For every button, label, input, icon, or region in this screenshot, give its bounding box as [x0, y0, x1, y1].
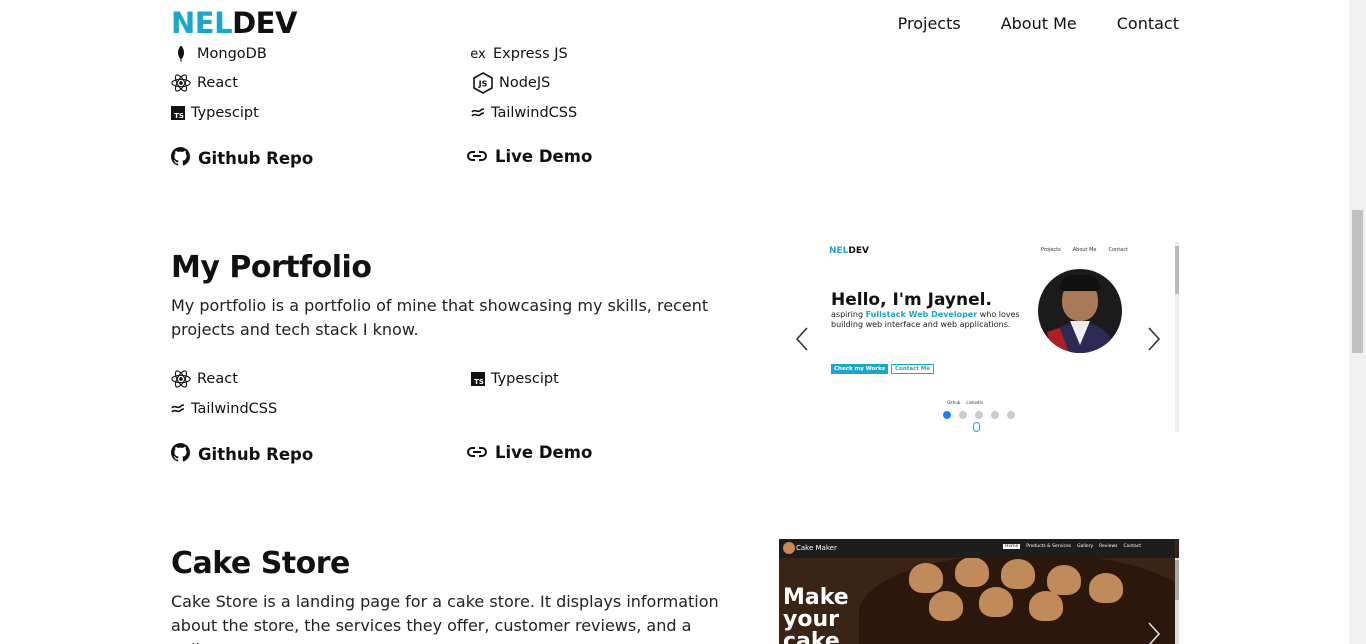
tech-label: React	[197, 75, 238, 91]
preview-scrollbar	[1175, 242, 1179, 432]
link-icon	[467, 443, 487, 462]
svg-text:TS: TS	[174, 112, 184, 120]
preview-nav-item: Gallery	[1077, 544, 1094, 549]
preview-heading: Hello, I'm Jaynel.	[831, 290, 992, 310]
tech-label: Typescipt	[191, 105, 259, 121]
github-repo-link[interactable]: Github Repo	[171, 443, 313, 466]
tailwind-icon	[171, 399, 185, 419]
carousel-prev-arrow[interactable]	[795, 326, 809, 352]
preview-social: Github LinkedIn	[947, 400, 983, 405]
react-icon	[171, 369, 191, 389]
preview-nav: Home Products & Services Gallery Reviews…	[1003, 544, 1141, 549]
github-icon	[171, 443, 190, 466]
nav-about-me[interactable]: About Me	[1001, 14, 1077, 33]
preview-social-github: Github	[947, 400, 961, 405]
carousel-dot[interactable]	[1007, 411, 1015, 419]
tech-label: React	[197, 371, 238, 387]
tech-label: Express JS	[493, 46, 568, 62]
preview-nav-item: Reviews	[1099, 544, 1118, 549]
react-icon	[171, 73, 191, 93]
svg-text:JS: JS	[478, 80, 488, 89]
portfolio-preview-carousel: NELDEV Projects About Me Contact Hello, …	[779, 242, 1179, 432]
project-title: Cake Store	[171, 546, 350, 581]
nav-projects[interactable]: Projects	[898, 14, 961, 33]
live-demo-label: Live Demo	[495, 147, 593, 166]
page-scrollbar[interactable]	[1349, 0, 1366, 644]
typescript-icon: TS	[471, 369, 485, 389]
github-repo-link[interactable]: Github Repo	[171, 147, 313, 170]
nav-contact[interactable]: Contact	[1117, 14, 1179, 33]
preview-nav-item: Products & Services	[1026, 544, 1072, 549]
preview-logo: NELDEV	[829, 246, 869, 256]
github-repo-label: Github Repo	[198, 149, 314, 168]
github-repo-label: Github Repo	[198, 445, 314, 464]
link-icon	[467, 147, 487, 166]
profile-photo	[1038, 269, 1122, 353]
carousel-dot[interactable]	[975, 411, 983, 419]
typescript-icon: TS	[171, 103, 185, 123]
tech-item-tailwind: TailwindCSS	[171, 399, 277, 419]
tech-item-tailwind: TailwindCSS	[471, 103, 577, 123]
tech-item-express: ex Express JS	[469, 44, 568, 64]
carousel-dots	[943, 411, 1015, 419]
svg-text:TS: TS	[474, 378, 484, 386]
tech-label: Typescipt	[491, 371, 559, 387]
carousel-dot[interactable]	[943, 411, 951, 419]
preview-sub-pre: aspiring	[831, 310, 866, 319]
tech-item-typescript: TS Typescipt	[171, 103, 259, 123]
tech-label: NodeJS	[499, 75, 551, 91]
project-description: My portfolio is a portfolio of mine that…	[171, 296, 709, 339]
logo-part-nel: NEL	[171, 6, 233, 40]
preview-nav-item: Home	[1003, 544, 1021, 549]
tech-item-react: React	[171, 73, 238, 93]
tech-label: TailwindCSS	[491, 105, 578, 121]
carousel-dot[interactable]	[991, 411, 999, 419]
scroll-mouse-icon	[973, 422, 980, 432]
site-header: NELDEV Projects About Me Contact	[0, 0, 1349, 46]
live-demo-label: Live Demo	[495, 443, 593, 462]
tech-item-typescript: TS Typescipt	[471, 369, 559, 389]
preview-social-linkedin: LinkedIn	[966, 400, 984, 405]
project-description: Cake Store is a landing page for a cake …	[171, 592, 719, 644]
project-title: My Portfolio	[171, 250, 372, 285]
preview-navbar: Cake Maker Home Products & Services Gall…	[779, 539, 1175, 558]
github-icon	[171, 147, 190, 170]
carousel-next-arrow[interactable]	[1147, 621, 1161, 644]
tech-item-react: React	[171, 369, 238, 389]
preview-subtitle: aspiring Fullstack Web Developer who lov…	[831, 310, 1041, 330]
preview-sub-highlight: Fullstack Web Developer	[865, 310, 978, 319]
preview-nav: Projects About Me Contact	[1041, 247, 1128, 253]
tech-label: TailwindCSS	[191, 401, 278, 417]
logo-part-dev: DEV	[232, 6, 297, 40]
preview-contact-button: Contact Me	[891, 364, 935, 374]
cake-maker-logo	[783, 542, 795, 554]
carousel-next-arrow[interactable]	[1147, 326, 1161, 352]
nodejs-icon: JS	[473, 72, 493, 94]
preview-logo-nel: NEL	[829, 246, 849, 256]
preview-check-works-button: Check my Works	[831, 364, 889, 374]
preview-nav-item: Contact	[1108, 247, 1128, 253]
site-logo[interactable]: NELDEV	[171, 6, 297, 40]
preview-nav-item: Contact	[1123, 544, 1142, 549]
carousel-dot[interactable]	[959, 411, 967, 419]
tailwind-icon	[471, 103, 485, 123]
cake-preview-carousel: Cake Maker Home Products & Services Gall…	[779, 539, 1179, 644]
tech-label: MongoDB	[197, 46, 267, 62]
preview-scrollbar	[1175, 558, 1179, 644]
live-demo-link[interactable]: Live Demo	[467, 147, 592, 166]
tech-item-nodejs: JS NodeJS	[473, 72, 551, 94]
preview-logo-dev: DEV	[848, 246, 870, 256]
tech-item-mongodb: MongoDB	[171, 44, 267, 64]
preview-brand: Cake Maker	[796, 544, 837, 552]
preview-hero-text: Make your cake	[783, 585, 849, 644]
express-icon: ex	[470, 46, 486, 62]
scrollbar-thumb[interactable]	[1352, 210, 1363, 353]
main-nav: Projects About Me Contact	[898, 14, 1179, 33]
preview-nav-item: Projects	[1041, 247, 1061, 253]
preview-nav-item: About Me	[1072, 247, 1097, 253]
live-demo-link[interactable]: Live Demo	[467, 443, 592, 462]
mongodb-icon	[171, 44, 191, 64]
